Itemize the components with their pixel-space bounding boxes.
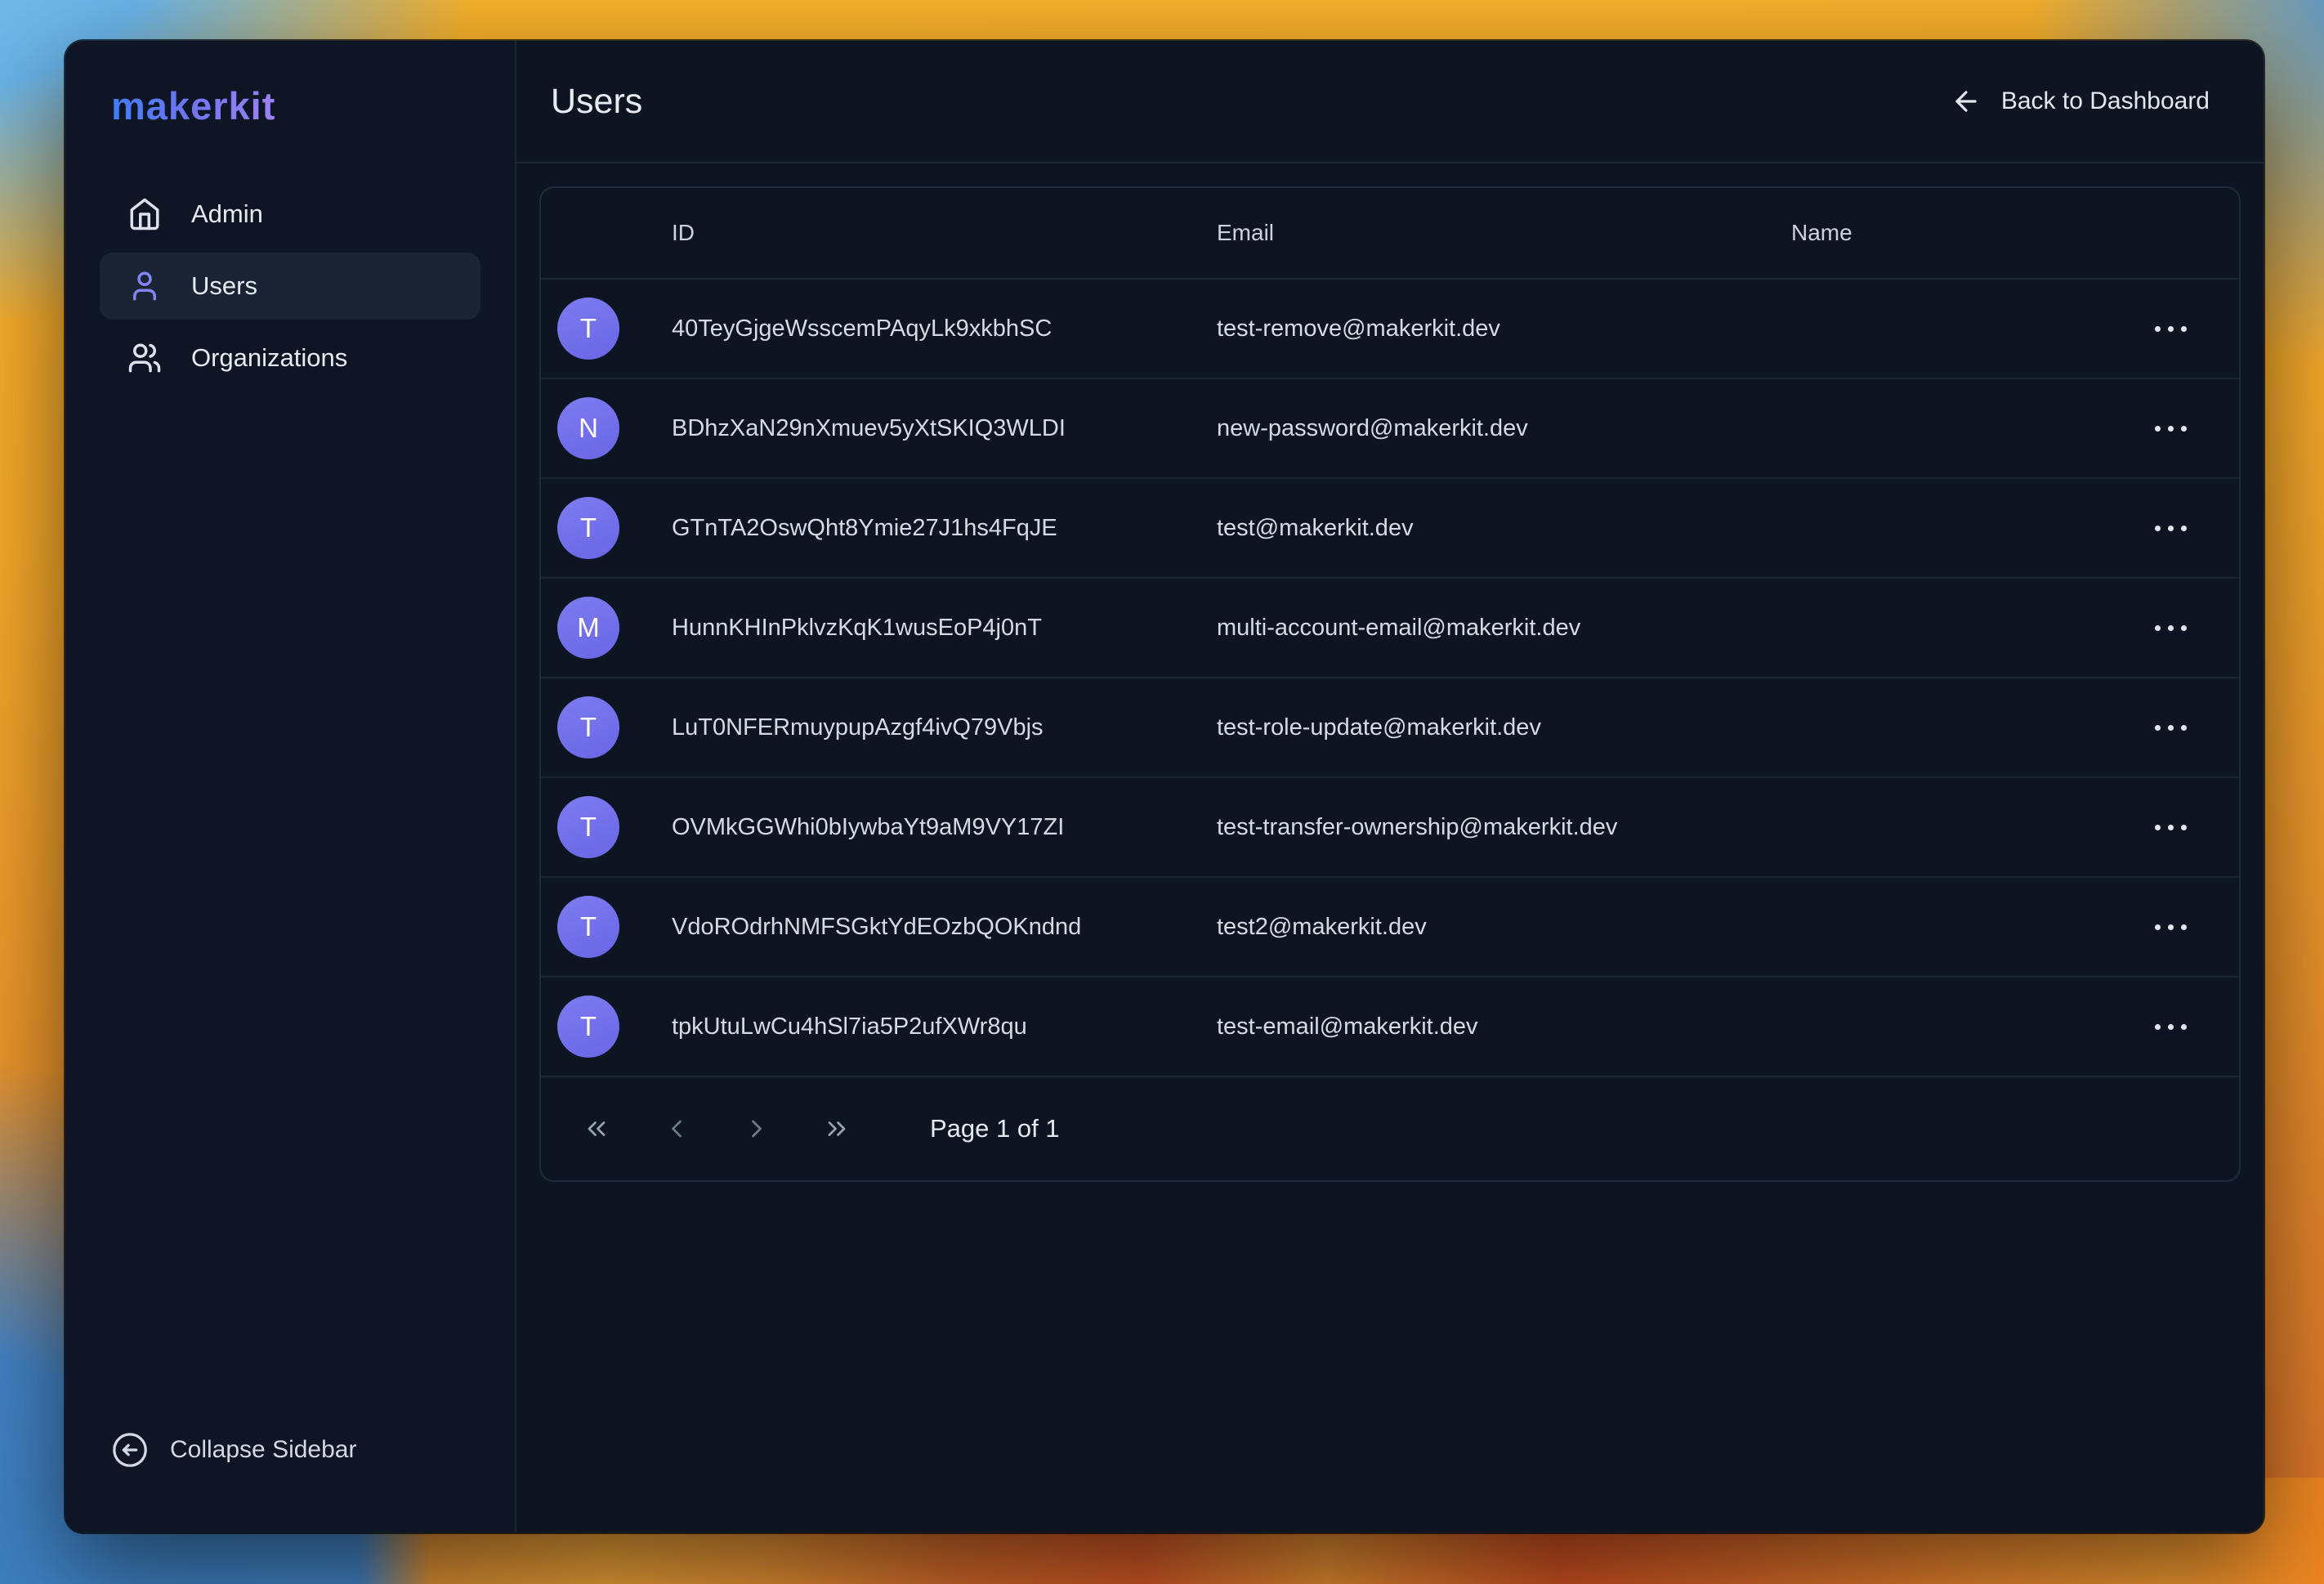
user-email: multi-account-email@makerkit.dev	[1217, 615, 1791, 642]
user-email: test-remove@makerkit.dev	[1217, 315, 1791, 342]
arrow-left-icon	[1951, 86, 1982, 117]
ellipsis-icon	[2155, 625, 2161, 631]
ellipsis-icon	[2155, 426, 2161, 432]
user-id: BDhzXaN29nXmuev5yXtSKIQ3WLDI	[672, 415, 1217, 442]
ellipsis-icon	[2155, 725, 2161, 731]
page-content: ID Email Name T 40TeyGjgeWsscemPAqyLk9xk…	[516, 163, 2264, 1533]
sidebar: makerkit Admin Users Organizations	[65, 41, 516, 1533]
table-row: T GTnTA2OswQht8Ymie27J1hs4FqJE test@make…	[541, 477, 2239, 577]
back-to-dashboard-link[interactable]: Back to Dashboard	[1951, 86, 2210, 117]
sidebar-item-label: Organizations	[191, 343, 347, 373]
app-window: makerkit Admin Users Organizations	[65, 41, 2264, 1533]
table-row: T OVMkGGWhi0bIywbaYt9aM9VY17ZI test-tran…	[541, 776, 2239, 876]
page-indicator: Page 1 of 1	[930, 1114, 1060, 1143]
avatar: T	[557, 996, 619, 1058]
sidebar-item-users[interactable]: Users	[100, 253, 480, 320]
sidebar-item-organizations[interactable]: Organizations	[100, 324, 480, 392]
avatar: T	[557, 298, 619, 360]
avatar: T	[557, 497, 619, 559]
users-table-card: ID Email Name T 40TeyGjgeWsscemPAqyLk9xk…	[539, 186, 2241, 1182]
avatar: T	[557, 696, 619, 758]
arrow-left-circle-icon	[111, 1431, 149, 1469]
avatar: N	[557, 397, 619, 459]
chevrons-right-icon	[822, 1114, 851, 1143]
row-actions-button[interactable]	[2150, 414, 2192, 443]
table-row: T VdoROdrhNMFSGktYdEOzbQOKndnd test2@mak…	[541, 876, 2239, 976]
row-actions-button[interactable]	[2150, 813, 2192, 842]
collapse-sidebar-button[interactable]: Collapse Sidebar	[111, 1431, 356, 1469]
table-row: N BDhzXaN29nXmuev5yXtSKIQ3WLDI new-passw…	[541, 378, 2239, 477]
sidebar-nav: Admin Users Organizations	[65, 181, 515, 392]
ellipsis-icon	[2155, 825, 2161, 830]
previous-page-button[interactable]	[657, 1109, 696, 1148]
user-email: test-transfer-ownership@makerkit.dev	[1217, 814, 1791, 841]
column-header-id: ID	[672, 220, 1217, 246]
page-header: Users Back to Dashboard	[516, 41, 2264, 163]
table-header-row: ID Email Name	[541, 188, 2239, 278]
user-id: GTnTA2OswQht8Ymie27J1hs4FqJE	[672, 515, 1217, 542]
home-icon	[127, 197, 162, 231]
ellipsis-icon	[2155, 526, 2161, 531]
column-header-name: Name	[1791, 220, 2116, 246]
user-id: OVMkGGWhi0bIywbaYt9aM9VY17ZI	[672, 814, 1217, 841]
users-group-icon	[127, 341, 162, 375]
collapse-sidebar-label: Collapse Sidebar	[170, 1436, 356, 1464]
last-page-button[interactable]	[817, 1109, 856, 1148]
user-id: tpkUtuLwCu4hSl7ia5P2ufXWr8qu	[672, 1013, 1217, 1040]
app-logo: makerkit	[111, 83, 275, 128]
sidebar-item-admin[interactable]: Admin	[100, 181, 480, 248]
ellipsis-icon	[2155, 924, 2161, 930]
first-page-button[interactable]	[577, 1109, 616, 1148]
ellipsis-icon	[2155, 326, 2161, 332]
user-email: test-email@makerkit.dev	[1217, 1013, 1791, 1040]
page-title: Users	[551, 82, 642, 122]
row-actions-button[interactable]	[2150, 913, 2192, 942]
table-row: T tpkUtuLwCu4hSl7ia5P2ufXWr8qu test-emai…	[541, 976, 2239, 1076]
table-row: M HunnKHInPklvzKqK1wusEoP4j0nT multi-acc…	[541, 577, 2239, 677]
user-id: HunnKHInPklvzKqK1wusEoP4j0nT	[672, 615, 1217, 642]
row-actions-button[interactable]	[2150, 614, 2192, 642]
pagination-bar: Page 1 of 1	[541, 1076, 2239, 1180]
avatar: T	[557, 796, 619, 858]
user-email: test@makerkit.dev	[1217, 515, 1791, 542]
row-actions-button[interactable]	[2150, 714, 2192, 742]
chevron-left-icon	[662, 1114, 691, 1143]
next-page-button[interactable]	[737, 1109, 776, 1148]
chevrons-left-icon	[582, 1114, 611, 1143]
sidebar-item-label: Users	[191, 271, 257, 301]
chevron-right-icon	[742, 1114, 771, 1143]
sidebar-item-label: Admin	[191, 199, 263, 229]
row-actions-button[interactable]	[2150, 1013, 2192, 1041]
row-actions-button[interactable]	[2150, 315, 2192, 343]
user-id: LuT0NFERmuypupAzgf4ivQ79Vbjs	[672, 714, 1217, 741]
back-to-dashboard-label: Back to Dashboard	[2001, 87, 2210, 115]
user-icon	[127, 269, 162, 303]
column-header-email: Email	[1217, 220, 1791, 246]
table-row: T LuT0NFERmuypupAzgf4ivQ79Vbjs test-role…	[541, 677, 2239, 776]
row-actions-button[interactable]	[2150, 514, 2192, 543]
avatar: M	[557, 597, 619, 659]
user-email: test-role-update@makerkit.dev	[1217, 714, 1791, 741]
user-email: test2@makerkit.dev	[1217, 914, 1791, 941]
ellipsis-icon	[2155, 1024, 2161, 1030]
user-id: 40TeyGjgeWsscemPAqyLk9xkbhSC	[672, 315, 1217, 342]
user-email: new-password@makerkit.dev	[1217, 415, 1791, 442]
avatar: T	[557, 896, 619, 958]
table-row: T 40TeyGjgeWsscemPAqyLk9xkbhSC test-remo…	[541, 278, 2239, 378]
user-id: VdoROdrhNMFSGktYdEOzbQOKndnd	[672, 914, 1217, 941]
main-area: Users Back to Dashboard ID Email Name	[516, 41, 2264, 1533]
